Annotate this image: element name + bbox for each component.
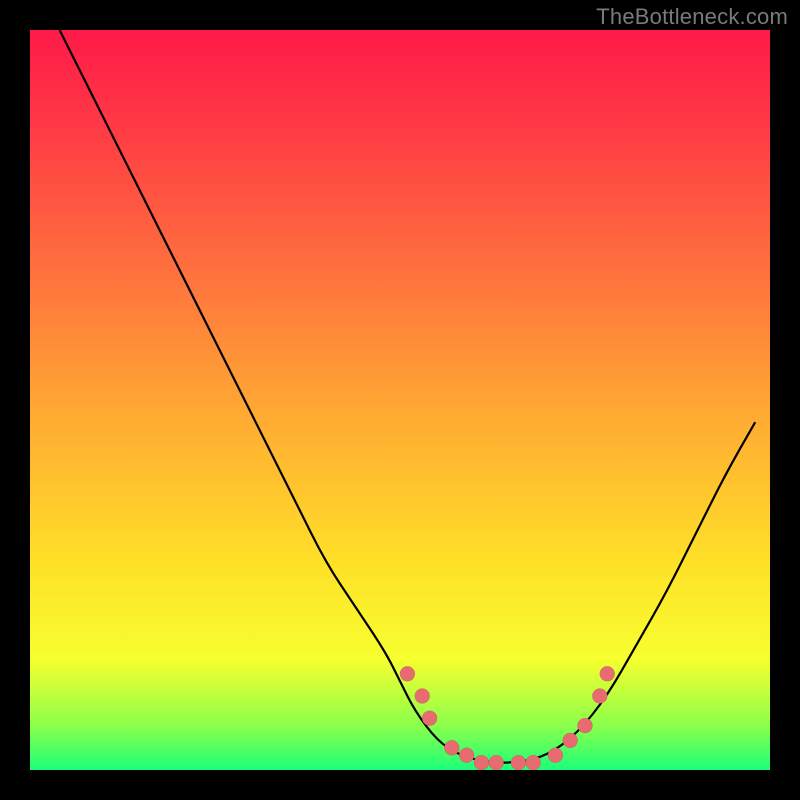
curve-marker (563, 733, 578, 748)
plot-area (30, 30, 770, 770)
curve-marker (444, 740, 459, 755)
curve-marker (422, 711, 437, 726)
curve-markers (400, 666, 615, 770)
curve-marker (578, 718, 593, 733)
curve-marker (415, 689, 430, 704)
curve-marker (526, 755, 541, 770)
curve-marker (474, 755, 489, 770)
curve-marker (400, 666, 415, 681)
watermark-text: TheBottleneck.com (596, 4, 788, 30)
chart-frame: TheBottleneck.com (0, 0, 800, 800)
curve-marker (489, 755, 504, 770)
bottleneck-curve (60, 30, 756, 763)
curve-svg (30, 30, 770, 770)
curve-marker (600, 666, 615, 681)
curve-marker (548, 748, 563, 763)
curve-marker (592, 689, 607, 704)
curve-marker (459, 748, 474, 763)
curve-marker (511, 755, 526, 770)
